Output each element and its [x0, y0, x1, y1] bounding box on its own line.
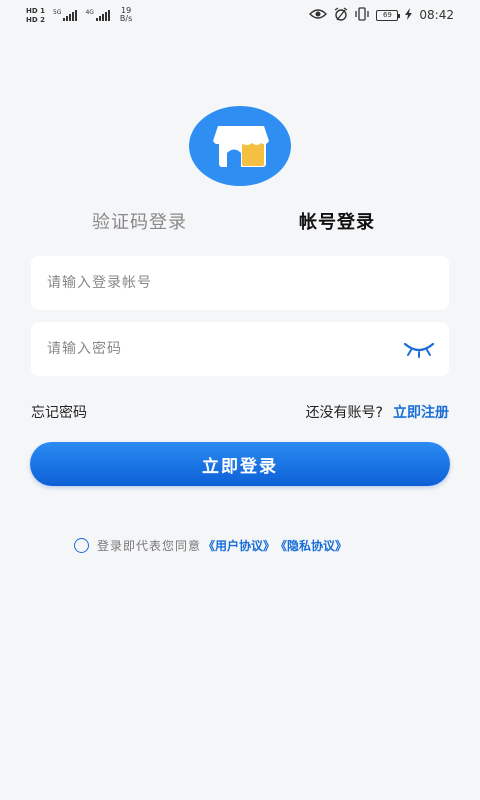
agreement-checkbox[interactable] — [74, 538, 89, 553]
register-link[interactable]: 立即注册 — [393, 402, 449, 422]
user-agreement-link[interactable]: 《用户协议》 — [203, 537, 275, 554]
charging-icon — [405, 7, 413, 23]
shop-icon — [213, 126, 269, 167]
account-field-container — [31, 256, 449, 310]
no-account-text: 还没有账号? — [305, 405, 383, 421]
privacy-policy-link[interactable]: 《隐私协议》 — [275, 537, 347, 554]
login-tabs: 验证码登录 帐号登录 — [0, 208, 480, 236]
status-bar: HD 1 HD 2 5G 4G 19 B/s 69 08:42 — [0, 0, 480, 30]
agreement-text: 登录即代表您同意 — [97, 539, 202, 553]
network-type-2: 4G — [85, 9, 94, 16]
speed-unit: B/s — [119, 14, 133, 23]
network-speed: 19 B/s — [120, 7, 132, 23]
hd1-badge: HD 1 — [26, 6, 45, 15]
status-time: 08:42 — [419, 8, 454, 22]
eye-icon — [309, 8, 328, 23]
login-button[interactable]: 立即登录 — [30, 442, 450, 486]
password-field-container — [31, 322, 449, 376]
app-logo — [189, 106, 291, 186]
vibrate-icon — [355, 6, 370, 24]
account-input[interactable] — [47, 275, 433, 291]
status-right: 69 08:42 — [309, 6, 454, 24]
agreement-row: 登录即代表您同意 《用户协议》 《隐私协议》 — [74, 537, 347, 554]
hd-badges: HD 1 HD 2 — [26, 7, 45, 24]
hd2-badge: HD 2 — [26, 15, 45, 24]
signal-icon: 5G — [52, 9, 78, 21]
password-input[interactable] — [47, 341, 433, 357]
network-type-1: 5G — [52, 9, 62, 16]
tab-account-login[interactable]: 帐号登录 — [299, 208, 375, 234]
alarm-icon — [334, 6, 348, 24]
tab-sms-login[interactable]: 验证码登录 — [92, 208, 187, 234]
signal-icon: 4G — [85, 9, 110, 21]
eye-closed-icon[interactable] — [403, 340, 435, 358]
register-row: 还没有账号? 立即注册 — [306, 402, 449, 422]
forgot-password-link[interactable]: 忘记密码 — [31, 402, 87, 422]
status-left: HD 1 HD 2 5G 4G 19 B/s — [26, 7, 132, 24]
battery-icon: 69 — [376, 9, 401, 21]
